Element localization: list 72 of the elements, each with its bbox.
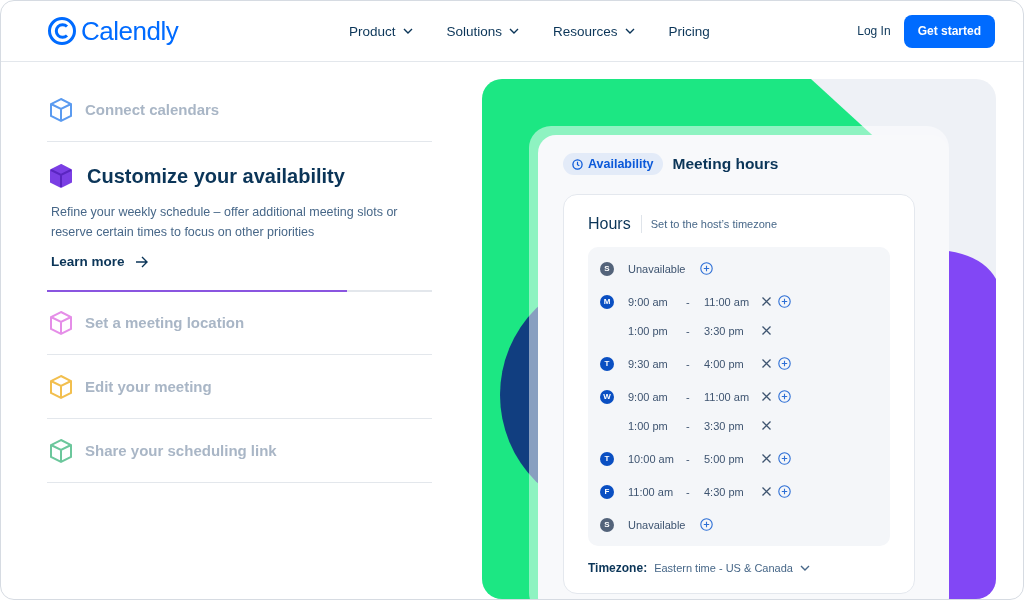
- time-dash: -: [686, 357, 691, 370]
- hours-subtitle: Set to the host’s timezone: [650, 218, 778, 230]
- get-started-button[interactable]: Get started: [903, 14, 995, 48]
- add-icon: [778, 357, 791, 370]
- timezone-select[interactable]: Eastern time - US & Canada: [654, 562, 793, 574]
- time-dash: -: [686, 452, 691, 465]
- step-title: Connect calendars: [85, 101, 220, 118]
- start-time[interactable]: 9:00 am: [628, 295, 686, 308]
- chevron-down-icon: [624, 28, 635, 34]
- meeting-hours-title: Meeting hours: [672, 155, 779, 173]
- start-time[interactable]: 11:00 am: [628, 485, 686, 498]
- end-time[interactable]: 11:00 am: [704, 295, 765, 308]
- nav-link[interactable]: Product: [349, 23, 413, 39]
- time-dash: -: [686, 390, 691, 403]
- end-time[interactable]: 11:00 am: [704, 390, 765, 403]
- end-time[interactable]: 4:00 pm: [704, 357, 765, 370]
- step-title: Share your scheduling link: [85, 442, 277, 459]
- close-icon: [761, 453, 772, 464]
- start-time[interactable]: 9:30 am: [628, 357, 686, 370]
- close-icon: [761, 486, 772, 497]
- add-icon: [778, 452, 791, 465]
- add-icon: [778, 390, 791, 403]
- day-badge: M: [600, 294, 614, 309]
- day-badge: S: [600, 261, 614, 276]
- day-badge: F: [600, 484, 614, 499]
- end-time[interactable]: 3:30 pm: [704, 324, 765, 337]
- close-icon: [761, 325, 772, 336]
- end-time[interactable]: 5:00 pm: [704, 452, 765, 465]
- day-badge: T: [600, 451, 614, 466]
- add-icon: [700, 262, 713, 275]
- step-title: Set a meeting location: [85, 314, 245, 331]
- time-dash: -: [686, 419, 691, 432]
- chevron-down-icon: [402, 28, 413, 34]
- time-dash: -: [686, 295, 691, 308]
- unavailable-label: Unavailable: [628, 262, 687, 275]
- close-icon: [761, 296, 772, 307]
- step-title: Customize your availability: [87, 164, 345, 188]
- start-time[interactable]: 9:00 am: [628, 390, 686, 403]
- logo-icon: [47, 16, 77, 46]
- nav-link[interactable]: Solutions: [446, 23, 520, 39]
- day-badge: W: [600, 389, 614, 404]
- step-title: Edit your meeting: [85, 378, 212, 395]
- add-icon: [778, 295, 791, 308]
- add-icon: [778, 485, 791, 498]
- end-time[interactable]: 4:30 pm: [704, 485, 765, 498]
- day-badge: T: [600, 356, 614, 371]
- nav-link[interactable]: Resources: [553, 23, 635, 39]
- close-icon: [761, 391, 772, 402]
- end-time[interactable]: 3:30 pm: [704, 419, 765, 432]
- arrow-right-icon: [134, 255, 148, 268]
- chevron-down-icon: [799, 565, 810, 571]
- close-icon: [761, 420, 772, 431]
- time-dash: -: [686, 324, 691, 337]
- chevron-down-icon: [509, 28, 520, 34]
- start-time[interactable]: 1:00 pm: [628, 419, 686, 432]
- clock-icon: [572, 158, 583, 170]
- day-badge: S: [600, 517, 614, 532]
- login-link[interactable]: Log In: [857, 24, 891, 38]
- close-icon: [761, 358, 772, 369]
- add-icon: [700, 518, 713, 531]
- step-item[interactable]: Customize your availability Refine your weekly schedule – offer additional meeting slots or reserve certain times to focus on other priorities Learn more: [47, 142, 432, 291]
- start-time[interactable]: 1:00 pm: [628, 324, 686, 337]
- learn-more-link[interactable]: Learn more: [51, 254, 148, 269]
- timezone-label: Timezone:: [588, 561, 648, 575]
- nav-link[interactable]: Pricing: [668, 23, 710, 39]
- availability-tag: Availability: [563, 153, 663, 175]
- unavailable-label: Unavailable: [628, 518, 687, 531]
- step-description: Refine your weekly schedule – offer additional meeting slots or reserve certain times to focus on other priorities: [51, 204, 399, 241]
- brand-name: Calendly: [81, 15, 179, 47]
- time-dash: -: [686, 485, 691, 498]
- start-time[interactable]: 10:00 am: [628, 452, 686, 465]
- hours-title: Hours: [588, 215, 642, 233]
